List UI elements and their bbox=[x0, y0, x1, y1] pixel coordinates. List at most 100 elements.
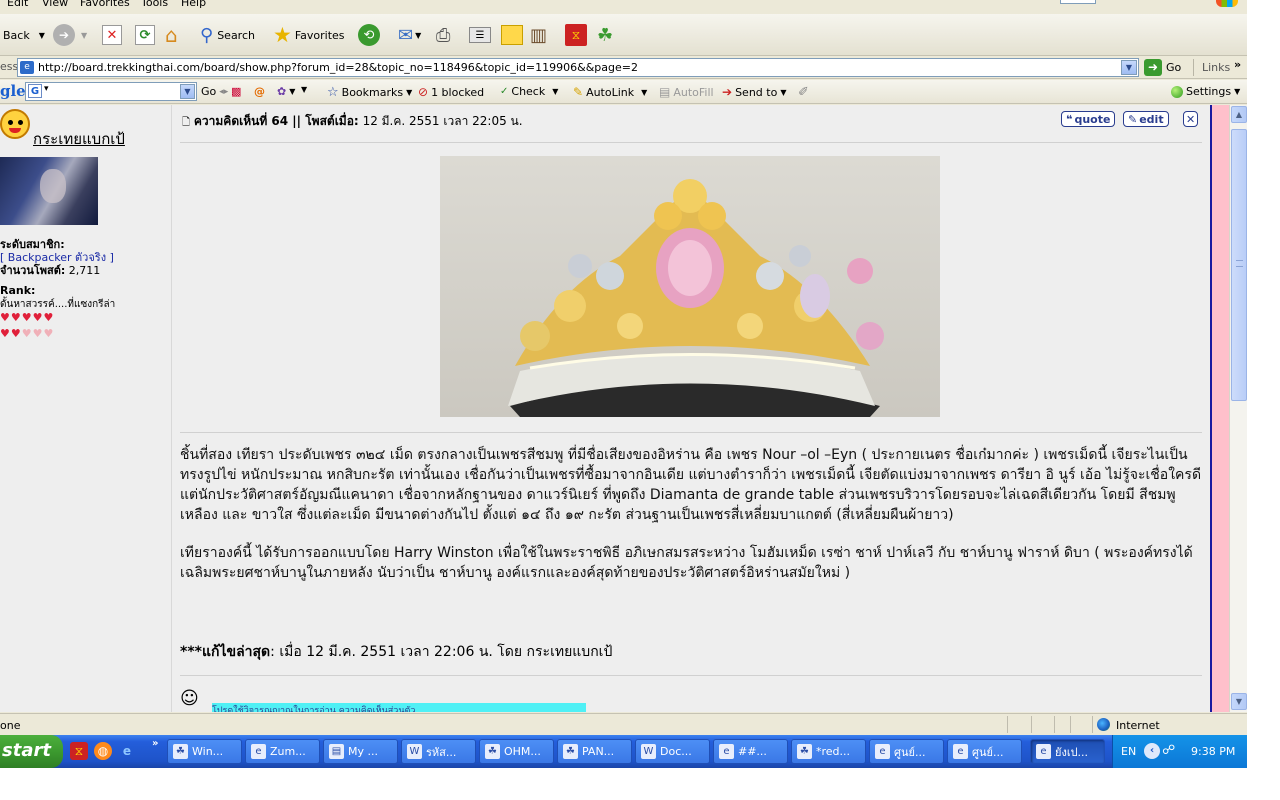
autofill-button[interactable]: ▤ AutoFill bbox=[659, 85, 714, 99]
plugin-dropdown-icon[interactable]: ▼ bbox=[301, 85, 307, 94]
autofill-label: AutoFill bbox=[673, 85, 714, 99]
edit-button[interactable]: ✎ edit bbox=[1123, 111, 1169, 127]
sendto-icon: ➔ bbox=[722, 85, 733, 99]
ie-launch-icon[interactable]: e bbox=[118, 742, 136, 760]
go-arrow-icon[interactable]: ➜ bbox=[1144, 59, 1162, 76]
mail-dropdown-icon[interactable]: ▼ bbox=[415, 31, 421, 40]
sendto-button[interactable]: ➔ Send to ▼ bbox=[722, 85, 786, 99]
taskbar-item[interactable]: ☘ *red... bbox=[791, 739, 866, 764]
pagerank-icon[interactable]: ▩ bbox=[231, 85, 241, 98]
google-search-dropdown-icon[interactable]: ▼ bbox=[180, 84, 195, 99]
menu-view[interactable]: View bbox=[42, 0, 68, 9]
links-separator bbox=[1193, 59, 1194, 76]
settings-button[interactable]: Settings ▼ bbox=[1171, 85, 1240, 98]
spiral-icon[interactable]: @ bbox=[254, 85, 265, 98]
spell-check-button[interactable]: ✓ Check ▼ bbox=[500, 85, 558, 98]
menu-edit[interactable]: Edit bbox=[7, 0, 28, 9]
autolink-button[interactable]: ✎ AutoLink ▼ bbox=[573, 85, 647, 99]
back-dropdown-icon[interactable]: ▼ bbox=[39, 31, 45, 40]
highlight-pen-icon[interactable]: ✐ bbox=[798, 85, 809, 100]
language-indicator[interactable]: EN bbox=[1121, 745, 1136, 758]
google-go-button[interactable]: Go ◂▸ bbox=[201, 85, 228, 98]
forward-dropdown-icon[interactable]: ▼ bbox=[81, 31, 87, 40]
popup-blocker-button[interactable]: ⊘ 1 blocked bbox=[418, 85, 484, 99]
taskbar-item-active[interactable]: e ยังเป... bbox=[1030, 739, 1105, 764]
post-paragraph-2: เทียราองค์นี้ ได้รับการออกแบบโดย Harry W… bbox=[180, 545, 1193, 581]
forward-button[interactable]: ➔ ▼ bbox=[53, 14, 87, 56]
taskbar-item[interactable]: e ศูนย์... bbox=[869, 739, 944, 764]
people-button[interactable]: ☘ bbox=[597, 14, 613, 56]
google-search-input[interactable]: G ▾ ▼ bbox=[25, 82, 197, 101]
rank-value: ดั้นหาสวรรค์....ที่แซงกรีล่า bbox=[0, 299, 116, 310]
status-separator bbox=[1031, 716, 1032, 733]
taskbar-item[interactable]: ☘ OHM... bbox=[479, 739, 554, 764]
menu-tools[interactable]: Tools bbox=[141, 0, 168, 9]
user-emoticon-icon bbox=[0, 109, 30, 139]
notes-button[interactable] bbox=[501, 14, 523, 56]
taskbar-item[interactable]: e ##... bbox=[713, 739, 788, 764]
task-label: ##... bbox=[738, 745, 767, 758]
stop-button[interactable]: ✕ bbox=[102, 14, 122, 56]
autolink-label: AutoLink bbox=[586, 85, 635, 99]
print-icon: ⎙ bbox=[436, 24, 451, 46]
task-label: Doc... bbox=[660, 745, 692, 758]
address-input[interactable]: e http://board.trekkingthai.com/board/sh… bbox=[17, 58, 1139, 77]
signature-cartoon-icon: ☺ bbox=[180, 688, 199, 709]
refresh-button[interactable]: ⟳ bbox=[135, 14, 155, 56]
home-button[interactable]: ⌂ bbox=[165, 14, 178, 56]
menu-favorites[interactable]: Favorites bbox=[80, 0, 130, 9]
start-button[interactable]: start bbox=[0, 735, 63, 768]
autolink-dropdown-icon: ▼ bbox=[641, 87, 648, 97]
network-tray-icon[interactable]: ☍ bbox=[1162, 743, 1175, 758]
task-label: *red... bbox=[816, 745, 851, 758]
task-label: ศูนย์... bbox=[972, 745, 1004, 759]
scroll-down-icon[interactable]: ▼ bbox=[1231, 693, 1247, 710]
task-label: OHM... bbox=[504, 745, 541, 758]
quick-launch-chevron-icon[interactable]: » bbox=[152, 738, 158, 749]
status-separator bbox=[1007, 716, 1008, 733]
taskbar-item[interactable]: W รหัส... bbox=[401, 739, 476, 764]
heart-filled-icon: ♥♥ bbox=[0, 327, 22, 340]
research-button[interactable]: ▥ bbox=[530, 14, 547, 56]
links-button[interactable]: Links bbox=[1202, 61, 1230, 74]
taskbar-item[interactable]: e Zum... bbox=[245, 739, 320, 764]
quote-button[interactable]: ❝ quote bbox=[1061, 111, 1116, 127]
mail-button[interactable]: ✉ ▼ bbox=[398, 14, 421, 56]
messenger-button[interactable]: ⧖ bbox=[565, 14, 587, 56]
research-icon: ▥ bbox=[530, 24, 548, 46]
taskbar-item[interactable]: e ศูนย์... bbox=[947, 739, 1022, 764]
delete-button[interactable]: ✕ bbox=[1183, 111, 1199, 127]
edit-page-button[interactable]: ☰ bbox=[469, 14, 491, 56]
address-dropdown-icon[interactable]: ▼ bbox=[1121, 60, 1137, 75]
back-button[interactable]: Back ▼ bbox=[3, 14, 45, 56]
taskbar-item[interactable]: W Doc... bbox=[635, 739, 710, 764]
history-button[interactable]: ⟲ bbox=[358, 14, 380, 56]
tray-expand-icon[interactable]: ‹ bbox=[1144, 743, 1160, 759]
task-app-icon: ☘ bbox=[485, 744, 500, 759]
google-go-label: Go bbox=[201, 85, 217, 98]
vertical-scrollbar[interactable]: ▲ ▼ bbox=[1229, 105, 1247, 712]
forward-icon: ➔ bbox=[53, 24, 75, 46]
bookmarks-button[interactable]: ☆ Bookmarks ▼ bbox=[327, 85, 412, 100]
menu-help[interactable]: Help bbox=[181, 0, 206, 9]
taskbar-item[interactable]: ☘ PAN... bbox=[557, 739, 632, 764]
scroll-up-icon[interactable]: ▲ bbox=[1231, 106, 1247, 123]
go-button[interactable]: Go bbox=[1166, 61, 1181, 74]
plugin-icon[interactable]: ✿ ▼ bbox=[277, 85, 295, 98]
links-chevron-icon[interactable]: » bbox=[1234, 58, 1241, 71]
scroll-thumb[interactable] bbox=[1231, 129, 1247, 401]
print-button[interactable]: ⎙ bbox=[436, 14, 450, 56]
settings-label: Settings bbox=[1186, 85, 1232, 98]
quote-icon: ❝ bbox=[1066, 112, 1073, 126]
address-url[interactable]: http://board.trekkingthai.com/board/show… bbox=[38, 61, 638, 74]
firefox-launch-icon[interactable]: ◍ bbox=[94, 742, 112, 760]
messenger-launch-icon[interactable]: ⧖ bbox=[70, 742, 88, 760]
post-divider bbox=[180, 142, 1202, 143]
system-tray: EN ‹ ☍ 9:38 PM bbox=[1112, 735, 1247, 768]
comment-post: 🗋 ความคิดเห็นที่ 64 || โพสต์เมื่อ: 12 มี… bbox=[172, 105, 1210, 712]
search-button[interactable]: ⚲ Search bbox=[200, 14, 255, 56]
favorites-button[interactable]: ★ Favorites bbox=[273, 14, 345, 56]
taskbar-item[interactable]: ▤ My ... bbox=[323, 739, 398, 764]
taskbar-item[interactable]: ☘ Win... bbox=[167, 739, 242, 764]
username-link[interactable]: กระเทยแบกเป้ bbox=[33, 127, 125, 151]
